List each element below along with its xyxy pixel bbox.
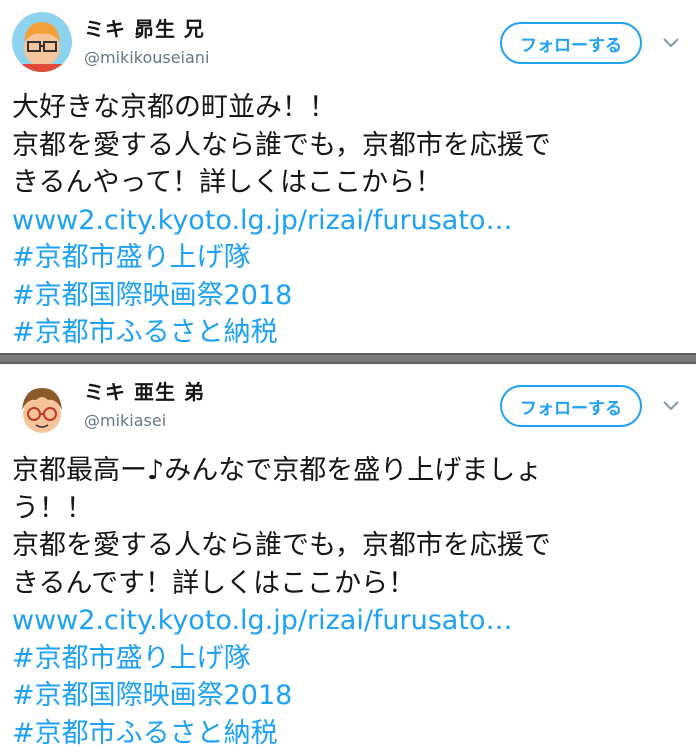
hashtag-link[interactable]: #京都市ふるさと納税 (12, 715, 684, 753)
tweet-text-line: 京都を愛する人なら誰でも，京都市を応援で (12, 129, 551, 161)
display-name[interactable]: ミキ 昴生 兄 (84, 13, 205, 42)
avatar[interactable] (12, 380, 72, 440)
follow-button-label: フォローする (520, 398, 622, 419)
chevron-down-icon[interactable] (658, 393, 684, 419)
tweet-text-line: きるんやって！詳しくはここから！ (12, 167, 443, 198)
user-handle[interactable]: @mikiasei (84, 411, 166, 430)
tweet-text: 京都最高ー♪みんなで京都を盛り上げましょ う！！ 京都を愛する人なら誰でも，京都… (12, 452, 684, 752)
avatar-illustration-icon (12, 380, 72, 440)
tweet-text-line: う！！ (12, 492, 93, 524)
hashtag-link[interactable]: #京都市盛り上げ隊 (12, 640, 684, 678)
follow-button[interactable]: フォローする (500, 385, 642, 427)
tweet-text-line: きるんです！詳しくはここから！ (12, 567, 416, 599)
avatar-illustration-icon (12, 12, 72, 72)
hashtag-link[interactable]: #京都市盛り上げ隊 (12, 239, 684, 277)
tweet-link[interactable]: www2.city.kyoto.lg.jp/rizai/furusato… (12, 602, 684, 640)
tweet-text-line: 大好きな京都の町並み！！ (12, 92, 336, 123)
hashtag-link[interactable]: #京都国際映画祭2018 (12, 677, 684, 715)
follow-button[interactable]: フォローする (500, 22, 642, 64)
hashtag-link[interactable]: #京都国際映画祭2018 (12, 277, 684, 315)
follow-button-label: フォローする (520, 35, 622, 56)
tweet-divider (0, 353, 696, 364)
avatar[interactable] (12, 12, 72, 72)
tweet-link[interactable]: www2.city.kyoto.lg.jp/rizai/furusato… (12, 202, 684, 240)
tweet-text: 大好きな京都の町並み！！ 京都を愛する人なら誰でも，京都市を応援で きるんやって… (12, 89, 684, 352)
tweet-text-line: 京都最高ー♪みんなで京都を盛り上げましょ (12, 455, 543, 486)
hashtag-link[interactable]: #京都市ふるさと納税 (12, 314, 684, 352)
chevron-down-icon[interactable] (658, 30, 684, 56)
user-handle[interactable]: @mikikouseiani (84, 48, 209, 67)
tweet-card: ミキ 昴生 兄 @mikikouseiani フォローする 大好きな京都の町並み… (0, 0, 696, 353)
tweet-text-line: 京都を愛する人なら誰でも，京都市を応援で (12, 530, 551, 561)
display-name[interactable]: ミキ 亜生 弟 (84, 376, 205, 405)
